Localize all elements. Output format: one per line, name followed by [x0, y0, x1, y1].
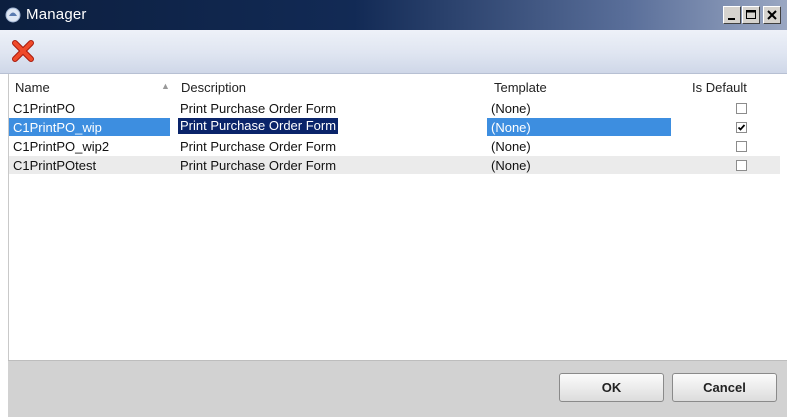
cell-description: Print Purchase Order Form	[180, 101, 337, 116]
dialog-footer: OK Cancel	[8, 360, 787, 417]
maximize-button[interactable]	[742, 6, 760, 24]
minimize-button[interactable]	[723, 6, 741, 24]
column-header-is-default[interactable]: Is Default	[692, 80, 747, 95]
table-row[interactable]: C1PrintPO_wip2 Print Purchase Order Form…	[9, 137, 780, 155]
column-header-description[interactable]: Description	[181, 80, 246, 95]
manager-grid[interactable]: Name ▲ Description Template Is Default C…	[8, 74, 787, 360]
cell-name: C1PrintPO_wip	[13, 120, 102, 135]
sort-ascending-icon: ▲	[161, 81, 170, 91]
delete-button[interactable]	[10, 38, 36, 64]
delete-x-icon	[12, 40, 34, 62]
table-row[interactable]: C1PrintPO Print Purchase Order Form (Non…	[9, 99, 780, 117]
cell-name: C1PrintPO_wip2	[13, 139, 110, 154]
is-default-checkbox[interactable]	[736, 122, 747, 133]
close-icon	[767, 10, 777, 20]
is-default-checkbox[interactable]	[736, 103, 747, 114]
column-header-name[interactable]: Name	[15, 80, 50, 95]
cell-name: C1PrintPOtest	[13, 158, 97, 173]
cancel-button[interactable]: Cancel	[672, 373, 777, 402]
title-bar[interactable]: Manager	[0, 0, 787, 30]
cell-description: Print Purchase Order Form	[180, 158, 337, 173]
cell-template: (None)	[491, 158, 531, 173]
is-default-checkbox[interactable]	[736, 160, 747, 171]
cell-template: (None)	[491, 101, 531, 116]
cell-description: Print Purchase Order Form	[180, 139, 337, 154]
grid-header: Name ▲ Description Template Is Default	[9, 74, 780, 98]
table-row[interactable]: C1PrintPOtest Print Purchase Order Form …	[9, 156, 780, 174]
cell-name: C1PrintPO	[13, 101, 76, 116]
cell-description: Print Purchase Order Form	[178, 118, 339, 134]
ok-button[interactable]: OK	[559, 373, 664, 402]
minimize-icon	[728, 18, 735, 20]
column-header-template[interactable]: Template	[494, 80, 547, 95]
cell-template: (None)	[491, 120, 531, 135]
toolbar	[0, 30, 787, 74]
cell-template: (None)	[491, 139, 531, 154]
manager-window: Manager Name ▲ Description Template Is D…	[0, 0, 787, 417]
close-button[interactable]	[763, 6, 781, 24]
is-default-checkbox[interactable]	[736, 141, 747, 152]
checkmark-icon	[737, 124, 746, 131]
window-title: Manager	[26, 6, 87, 23]
maximize-icon	[746, 10, 756, 19]
app-icon	[5, 7, 21, 23]
table-row-selected[interactable]: C1PrintPO_wip Print Purchase Order Form …	[9, 118, 780, 136]
